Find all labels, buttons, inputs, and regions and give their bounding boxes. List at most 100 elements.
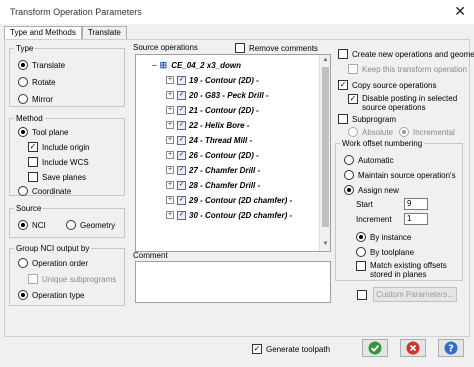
tree-expand-icon[interactable]: + [166, 166, 174, 174]
maintain-radio[interactable] [344, 170, 354, 180]
tree-collapse-icon[interactable]: − [152, 61, 157, 70]
operation-order-radio[interactable] [18, 258, 28, 268]
subprogram-option[interactable]: Subprogram [338, 113, 396, 125]
remove-comments-option[interactable]: Remove comments [235, 42, 318, 54]
operation-order-option[interactable]: Operation order [18, 257, 88, 269]
tree-expand-icon[interactable]: + [166, 211, 174, 219]
disable-posting-checkbox[interactable]: ✓ [348, 94, 358, 104]
custom-parameters-checkbox[interactable] [357, 290, 367, 300]
assign-new-radio[interactable] [344, 185, 354, 195]
create-new-checkbox[interactable] [338, 49, 348, 59]
scroll-thumb[interactable] [322, 67, 329, 227]
tab-translate[interactable]: Translate [81, 26, 127, 39]
remove-comments-checkbox[interactable] [235, 43, 245, 53]
window-close-icon[interactable]: ✕ [454, 4, 466, 18]
tree-operation-item[interactable]: + ✓ 29 - Contour (2D chamfer) - [166, 194, 292, 206]
tree-expand-icon[interactable]: + [166, 151, 174, 159]
method-group-label: Method [14, 114, 45, 123]
match-existing-label: Match existing offsets stored in planes [370, 261, 447, 279]
tree-operation-item[interactable]: + ✓ 26 - Contour (2D) - [166, 149, 259, 161]
absolute-radio [348, 127, 358, 137]
include-wcs-checkbox[interactable] [28, 157, 38, 167]
coordinate-radio[interactable] [18, 186, 28, 196]
coordinate-option[interactable]: Coordinate [18, 185, 71, 197]
source-nci-option[interactable]: NCI [18, 219, 46, 231]
tree-operation-item[interactable]: + ✓ 20 - G83 - Peck Drill - [166, 89, 269, 101]
group-nci-label: Group NCI output by [14, 244, 92, 253]
increment-input[interactable]: 1 [404, 213, 428, 225]
maintain-option[interactable]: Maintain source operation's [344, 169, 456, 181]
tree-expand-icon[interactable]: + [166, 91, 174, 99]
operation-type-radio[interactable] [18, 290, 28, 300]
create-new-option[interactable]: Create new operations and geometry [338, 48, 474, 60]
type-mirror-option[interactable]: Mirror [18, 93, 53, 105]
tree-operation-item[interactable]: + ✓ 24 - Thread Mill - [166, 134, 252, 146]
scroll-up-icon[interactable]: ▲ [322, 57, 329, 64]
tree-operation-item[interactable]: + ✓ 28 - Chamfer Drill - [166, 179, 260, 191]
unique-subprograms-checkbox [28, 274, 38, 284]
tree-operation-label: 22 - Helix Bore - [189, 120, 250, 130]
tree-scrollbar[interactable]: ▲ ▼ [319, 55, 330, 251]
include-wcs-option[interactable]: Include WCS [28, 156, 89, 168]
type-rotate-option[interactable]: Rotate [18, 76, 56, 88]
tree-operation-item[interactable]: + ✓ 19 - Contour (2D) - [166, 74, 259, 86]
tree-operation-item[interactable]: + ✓ 22 - Helix Bore - [166, 119, 249, 131]
tree-operation-item[interactable]: + ✓ 27 - Chamfer Drill - [166, 164, 260, 176]
comment-input[interactable] [135, 261, 331, 303]
tree-operation-item[interactable]: + ✓ 21 - Contour (2D) - [166, 104, 259, 116]
cancel-icon [406, 341, 420, 355]
by-instance-radio[interactable] [356, 232, 366, 242]
source-geometry-option[interactable]: Geometry [66, 219, 115, 231]
tree-expand-icon[interactable]: + [166, 106, 174, 114]
save-planes-checkbox[interactable] [28, 172, 38, 182]
by-instance-option[interactable]: By instance [356, 231, 411, 243]
include-origin-option[interactable]: ✓ Include origin [28, 141, 90, 153]
assign-new-option[interactable]: Assign new [344, 184, 399, 196]
automatic-radio[interactable] [344, 155, 354, 165]
rotate-radio[interactable] [18, 77, 28, 87]
disable-posting-option[interactable]: ✓ Disable posting in selected source ope… [348, 94, 472, 114]
tree-expand-icon[interactable]: + [166, 76, 174, 84]
tree-operation-item[interactable]: + ✓ 30 - Contour (2D chamfer) - [166, 209, 292, 221]
generate-toolpath-checkbox[interactable]: ✓ [252, 344, 262, 354]
save-planes-option[interactable]: Save planes [28, 171, 86, 183]
tool-plane-label: Tool plane [32, 127, 69, 137]
mirror-radio[interactable] [18, 94, 28, 104]
include-wcs-label: Include WCS [42, 157, 89, 167]
tab-type-and-methods[interactable]: Type and Methods [4, 26, 82, 40]
cancel-button[interactable] [400, 339, 426, 357]
source-operations-tree[interactable]: − ⊞ CE_04_2 x3_down + ✓ 19 - Contour (2D) … [135, 54, 331, 252]
tree-root[interactable]: − ⊞ CE_04_2 x3_down [152, 59, 241, 71]
match-existing-checkbox[interactable] [356, 261, 366, 271]
source-group-label: Source [14, 204, 44, 213]
tree-expand-icon[interactable]: + [166, 196, 174, 204]
copy-source-checkbox[interactable]: ✓ [338, 80, 348, 90]
coordinate-label: Coordinate [32, 186, 72, 196]
include-origin-checkbox[interactable]: ✓ [28, 142, 38, 152]
automatic-option[interactable]: Automatic [344, 154, 394, 166]
tree-expand-icon[interactable]: + [166, 121, 174, 129]
checkmark-icon [368, 341, 382, 355]
tool-plane-option[interactable]: Tool plane [18, 126, 68, 138]
match-existing-option[interactable]: Match existing offsets stored in planes [356, 261, 458, 281]
geometry-radio[interactable] [66, 220, 76, 230]
translate-radio[interactable] [18, 60, 28, 70]
ok-button[interactable] [362, 339, 388, 357]
by-toolplane-option[interactable]: By toolplane [356, 246, 414, 258]
tree-expand-icon[interactable]: + [166, 181, 174, 189]
operation-type-option[interactable]: Operation type [18, 289, 84, 301]
nci-radio[interactable] [18, 220, 28, 230]
maintain-label: Maintain source operation's [358, 170, 456, 180]
subprogram-checkbox[interactable] [338, 114, 348, 124]
by-toolplane-radio[interactable] [356, 247, 366, 257]
copy-source-option[interactable]: ✓ Copy source operations [338, 79, 437, 91]
generate-toolpath-option[interactable]: ✓ Generate toolpath [252, 343, 330, 355]
tool-plane-radio[interactable] [18, 127, 28, 137]
type-translate-option[interactable]: Translate [18, 59, 65, 71]
source-group: Source NCI Geometry [9, 204, 125, 238]
tree-operation-label: 26 - Contour (2D) - [189, 150, 259, 160]
start-input[interactable]: 9 [404, 198, 428, 210]
tree-expand-icon[interactable]: + [166, 136, 174, 144]
scroll-down-icon[interactable]: ▼ [322, 241, 329, 248]
help-button[interactable]: ? [438, 339, 464, 357]
